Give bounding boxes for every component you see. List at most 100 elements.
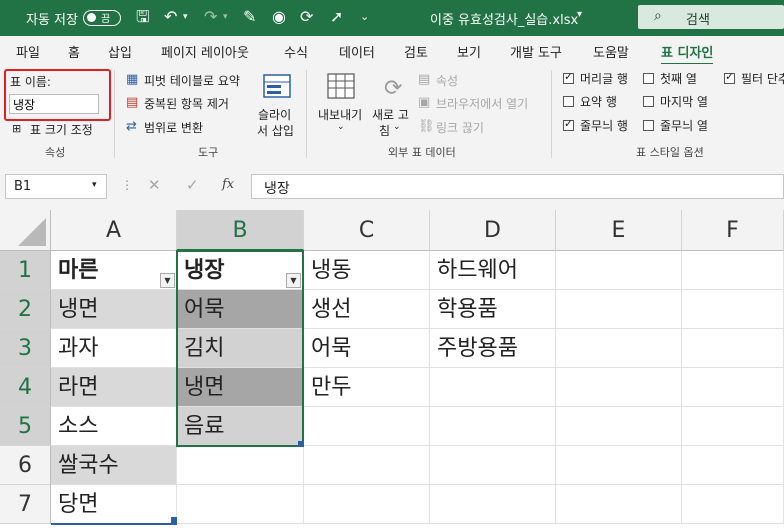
cell-e5[interactable]	[556, 407, 682, 446]
filter-dropdown-icon[interactable]: ▼	[160, 273, 175, 288]
select-all-corner[interactable]	[0, 210, 51, 251]
cell-d7[interactable]	[430, 485, 556, 524]
row-header-7[interactable]: 7	[0, 485, 51, 524]
autosave-toggle[interactable]: 끔	[83, 10, 121, 26]
customize-toolbar-icon[interactable]: ⌄	[360, 8, 369, 26]
refresh-icon[interactable]: ⟳	[300, 8, 313, 26]
cell-e4[interactable]	[556, 368, 682, 407]
table-name-input[interactable]	[9, 94, 99, 114]
cell-d5[interactable]	[430, 407, 556, 446]
enter-icon[interactable]: ✓	[186, 176, 199, 194]
cell-f6[interactable]	[682, 446, 784, 485]
circle-icon[interactable]: ◉	[272, 8, 286, 26]
refresh-button-line1[interactable]: 새로 고	[372, 106, 409, 123]
total-row-checkbox[interactable]	[563, 96, 574, 107]
cell-f2[interactable]	[682, 290, 784, 329]
pointer-icon[interactable]: ➚	[330, 8, 343, 26]
row-header-1[interactable]: 1	[0, 251, 51, 290]
formula-input[interactable]: 냉장	[251, 174, 784, 199]
name-box-dropdown-icon[interactable]: ▾	[92, 180, 97, 190]
cell-a1[interactable]: 마른	[51, 251, 177, 290]
cell-f1[interactable]	[682, 251, 784, 290]
cell-d6[interactable]	[430, 446, 556, 485]
row-header-4[interactable]: 4	[0, 368, 51, 407]
redo-icon[interactable]: ↷	[204, 8, 217, 26]
cell-c5[interactable]	[304, 407, 430, 446]
cell-b2[interactable]: 어묵	[177, 290, 304, 329]
convert-to-range-button[interactable]: 범위로 변환	[144, 119, 203, 136]
cell-b7[interactable]	[177, 485, 304, 524]
cell-a2[interactable]: 냉면	[51, 290, 177, 329]
cancel-icon[interactable]: ✕	[148, 176, 161, 194]
cell-a4[interactable]: 라면	[51, 368, 177, 407]
name-box[interactable]: B1 ▾	[5, 174, 107, 199]
column-header-d[interactable]: D	[430, 210, 556, 251]
column-header-a[interactable]: A	[51, 210, 177, 251]
cell-b6[interactable]	[177, 446, 304, 485]
cell-a3[interactable]: 과자	[51, 329, 177, 368]
export-dropdown-icon[interactable]: ⌄	[337, 122, 345, 132]
column-header-f[interactable]: F	[682, 210, 784, 251]
cell-c2[interactable]: 생선	[304, 290, 430, 329]
cell-c6[interactable]	[304, 446, 430, 485]
cell-d2[interactable]: 학용품	[430, 290, 556, 329]
cell-c1[interactable]: 냉동	[304, 251, 430, 290]
row-header-6[interactable]: 6	[0, 446, 51, 485]
open-in-browser-button[interactable]: 브라우저에서 열기	[436, 95, 528, 112]
insert-slicer-label-line2[interactable]: 서 삽입	[257, 122, 294, 139]
cell-e3[interactable]	[556, 329, 682, 368]
cell-e1[interactable]	[556, 251, 682, 290]
column-header-b[interactable]: B	[177, 210, 304, 251]
cell-b5[interactable]: 음료	[177, 407, 304, 446]
undo-icon[interactable]: ↶	[164, 8, 177, 26]
filter-dropdown-icon[interactable]: ▼	[286, 273, 301, 288]
insert-function-icon[interactable]: fx	[222, 177, 234, 192]
tab-page-layout[interactable]: 페이지 레이아웃	[161, 42, 249, 61]
column-header-c[interactable]: C	[304, 210, 430, 251]
cell-d4[interactable]	[430, 368, 556, 407]
cell-a7[interactable]: 당면	[51, 485, 177, 524]
tab-formulas[interactable]: 수식	[284, 42, 308, 61]
cell-d3[interactable]: 주방용품	[430, 329, 556, 368]
tab-data[interactable]: 데이터	[339, 42, 375, 61]
refresh-dropdown-icon[interactable]: ⌄	[393, 122, 401, 132]
refresh-button-line2[interactable]: 침	[379, 122, 390, 139]
tab-home[interactable]: 홈	[68, 42, 80, 61]
tab-table-design[interactable]: 표 디자인	[661, 42, 714, 66]
header-row-checkbox[interactable]	[563, 70, 574, 84]
tab-help[interactable]: 도움말	[593, 42, 629, 61]
cell-f7[interactable]	[682, 485, 784, 524]
tab-developer[interactable]: 개발 도구	[510, 42, 562, 61]
resize-table-button[interactable]: 표 크기 조정	[30, 121, 93, 138]
tab-file[interactable]: 파일	[16, 42, 40, 61]
cell-e2[interactable]	[556, 290, 682, 329]
cell-a5[interactable]: 소스	[51, 407, 177, 446]
redo-dropdown-icon[interactable]: ▾	[223, 8, 228, 26]
last-column-checkbox[interactable]	[643, 96, 654, 107]
column-header-e[interactable]: E	[556, 210, 682, 251]
cell-f3[interactable]	[682, 329, 784, 368]
cell-f5[interactable]	[682, 407, 784, 446]
properties-button[interactable]: 속성	[436, 72, 458, 89]
remove-duplicates-button[interactable]: 중복된 항목 제거	[144, 95, 229, 112]
save-icon[interactable]: 🖫	[136, 8, 150, 26]
banded-rows-checkbox[interactable]	[563, 117, 574, 131]
search-box[interactable]: ⌕ 검색	[638, 5, 784, 29]
summarize-pivot-button[interactable]: 피벗 테이블로 요약	[144, 72, 240, 89]
row-header-5[interactable]: 5	[0, 407, 51, 446]
tab-review[interactable]: 검토	[404, 42, 428, 61]
cell-c3[interactable]: 어묵	[304, 329, 430, 368]
export-button[interactable]: 내보내기	[318, 106, 362, 123]
undo-dropdown-icon[interactable]: ▾	[183, 8, 188, 26]
file-name-dropdown-icon[interactable]: ▾	[577, 9, 582, 20]
cell-c4[interactable]: 만두	[304, 368, 430, 407]
first-column-checkbox[interactable]	[643, 73, 654, 84]
unlink-button[interactable]: 링크 끊기	[436, 119, 484, 136]
cell-a6[interactable]: 쌀국수	[51, 446, 177, 485]
cell-c7[interactable]	[304, 485, 430, 524]
cell-d1[interactable]: 하드웨어	[430, 251, 556, 290]
filter-button-checkbox[interactable]	[724, 70, 735, 84]
cell-b4[interactable]: 냉면	[177, 368, 304, 407]
insert-slicer-label-line1[interactable]: 슬라이	[258, 106, 291, 123]
cell-b3[interactable]: 김치	[177, 329, 304, 368]
